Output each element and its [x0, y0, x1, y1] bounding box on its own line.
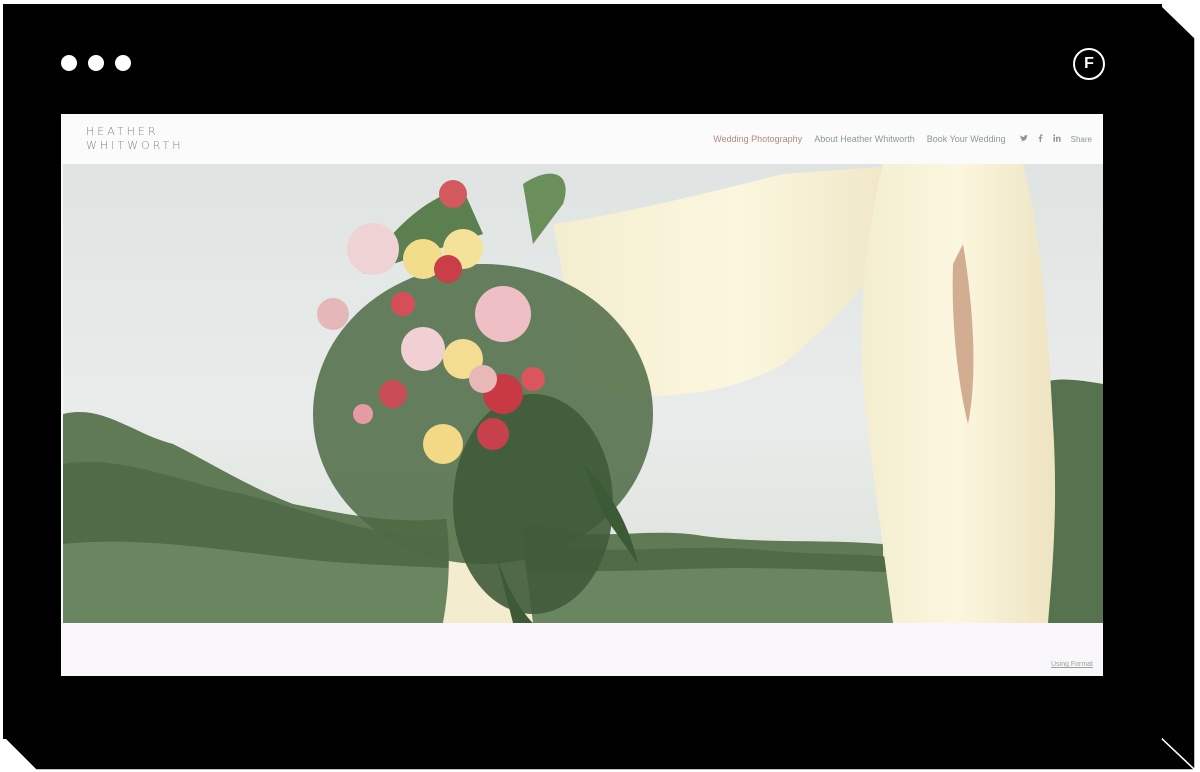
main-nav: Wedding Photography About Heather Whitwo…: [713, 134, 1092, 144]
site-header: HEATHER WHITWORTH Wedding Photography Ab…: [61, 114, 1103, 164]
nav-wedding-photography[interactable]: Wedding Photography: [713, 134, 802, 144]
nav-book-wedding[interactable]: Book Your Wedding: [927, 134, 1006, 144]
window-dot-minimize[interactable]: [88, 55, 104, 71]
logo-line-2: WHITWORTH: [86, 139, 184, 152]
device-frame: F HEATHER WHITWORTH Wedding Photography …: [3, 4, 1162, 739]
window-dot-maximize[interactable]: [115, 55, 131, 71]
facebook-icon[interactable]: [1038, 134, 1043, 144]
share-button[interactable]: Share: [1071, 135, 1092, 144]
nav-about[interactable]: About Heather Whitworth: [814, 134, 915, 144]
social-links: Share: [1019, 134, 1092, 144]
using-format-link[interactable]: Using Format: [1051, 661, 1093, 668]
format-f-icon: F: [1073, 48, 1105, 80]
window-dot-close[interactable]: [61, 55, 77, 71]
site-logo[interactable]: HEATHER WHITWORTH: [86, 125, 183, 153]
website-screen: HEATHER WHITWORTH Wedding Photography Ab…: [61, 114, 1103, 676]
logo-line-1: HEATHER: [86, 125, 159, 138]
hero-image-bouquet: [63, 164, 1103, 623]
twitter-icon[interactable]: [1019, 134, 1028, 144]
window-controls: [61, 55, 131, 71]
linkedin-icon[interactable]: [1052, 134, 1061, 144]
